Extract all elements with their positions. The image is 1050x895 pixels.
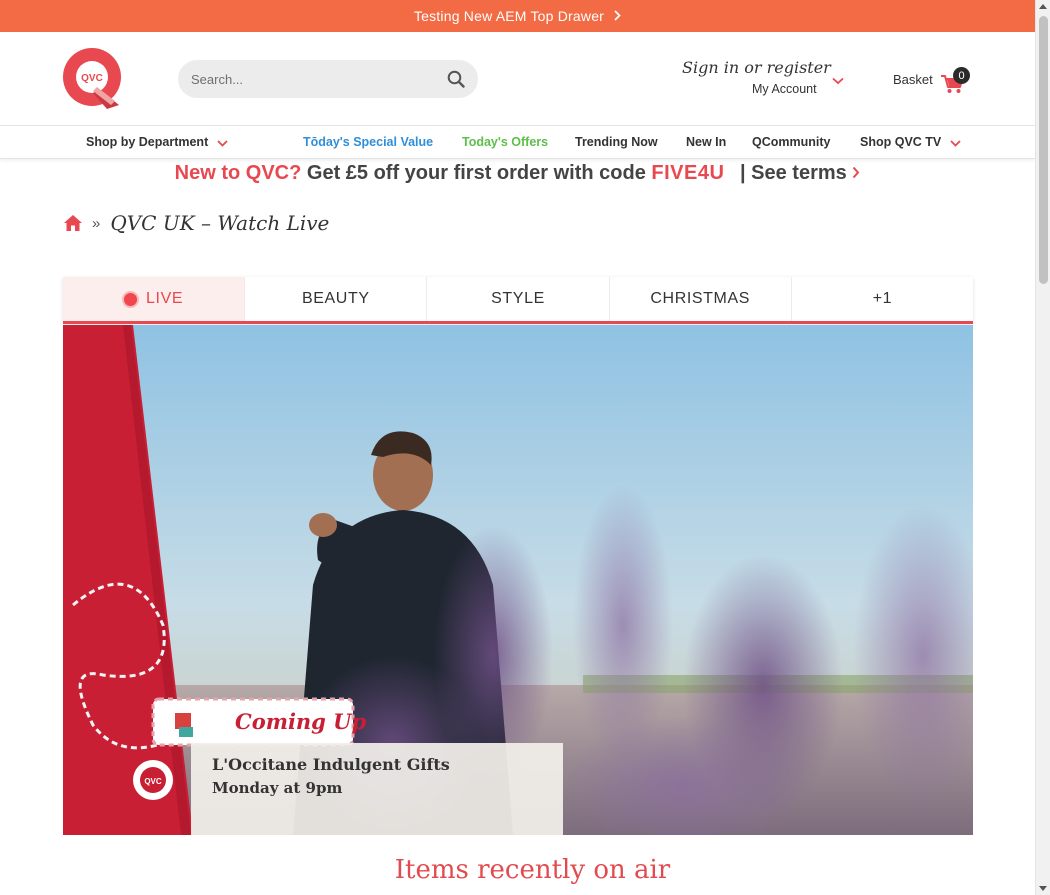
coming-up-title: Coming Up xyxy=(235,709,366,734)
video-frame: Coming Up L'Occitane Indulgent Gifts Mon… xyxy=(63,325,973,835)
recently-on-air-heading: Items recently on air xyxy=(394,855,671,885)
nav-qcommunity[interactable]: QCommunity xyxy=(752,135,830,149)
nav-todays-offers[interactable]: Today's Offers xyxy=(462,135,548,149)
chevron-down-icon[interactable] xyxy=(832,72,844,90)
scroll-up-icon[interactable] xyxy=(1039,4,1047,9)
tab-beauty-label: BEAUTY xyxy=(301,290,370,307)
chevron-right-icon xyxy=(852,162,860,184)
home-icon[interactable] xyxy=(63,214,83,232)
live-dot-icon xyxy=(124,292,138,306)
account-menu[interactable]: Sign in or register My Account xyxy=(682,58,852,96)
scrollbar-thumb[interactable] xyxy=(1039,16,1048,284)
qvc-badge-text: QVC xyxy=(144,777,162,786)
search-bar[interactable] xyxy=(178,60,478,98)
tab-live[interactable]: LIVE xyxy=(63,277,246,321)
nav-new-in[interactable]: New In xyxy=(686,135,726,149)
live-video-player[interactable]: Coming Up L'Occitane Indulgent Gifts Mon… xyxy=(63,325,973,835)
tab-plus-one[interactable]: +1 xyxy=(792,277,973,321)
search-icon[interactable] xyxy=(447,70,465,88)
promo-terms-link[interactable]: | See terms xyxy=(740,162,847,184)
my-account-label[interactable]: My Account xyxy=(752,82,817,96)
nav-shop-by-department[interactable]: Shop by Department xyxy=(86,135,228,150)
logo-text: QVC xyxy=(81,73,103,84)
tab-style[interactable]: STYLE xyxy=(427,277,610,321)
top-drawer-text: Testing New AEM Top Drawer xyxy=(413,8,605,24)
page-scrollbar[interactable] xyxy=(1035,0,1050,895)
nav-special-value[interactable]: Tōday's Special Value xyxy=(303,135,433,149)
qvc-logo[interactable]: QVC xyxy=(63,47,123,109)
search-input[interactable] xyxy=(191,71,431,87)
show-title: L'Occitane Indulgent Gifts xyxy=(212,755,450,774)
tab-live-label: LIVE xyxy=(146,290,184,307)
basket-label[interactable]: Basket xyxy=(893,72,933,87)
promo-banner[interactable]: New to QVC? Get £5 off your first order … xyxy=(0,162,1035,185)
scroll-down-icon[interactable] xyxy=(1039,886,1047,891)
main-nav: Shop by Department Tōday's Special Value… xyxy=(0,125,1035,159)
chevron-down-icon xyxy=(217,136,228,150)
basket-count-badge: 0 xyxy=(953,67,970,84)
sign-in-link[interactable]: Sign in or register xyxy=(682,58,852,77)
nav-trending-now[interactable]: Trending Now xyxy=(575,135,658,149)
app-window: Testing New AEM Top Drawer QVC Sign in o… xyxy=(0,0,1050,895)
tab-style-label: STYLE xyxy=(491,290,545,307)
channel-tabs: LIVE BEAUTY STYLE CHRISTMAS +1 xyxy=(63,277,973,324)
tab-beauty[interactable]: BEAUTY xyxy=(245,277,428,321)
breadcrumb-separator: » xyxy=(92,214,101,232)
chevron-right-icon xyxy=(614,9,621,24)
promo-lead: New to QVC? xyxy=(174,162,302,184)
page: Testing New AEM Top Drawer QVC Sign in o… xyxy=(0,0,1035,895)
nav-shop-by-department-label: Shop by Department xyxy=(86,135,209,149)
tab-plus-one-label: +1 xyxy=(872,290,893,307)
tab-christmas-label: CHRISTMAS xyxy=(650,290,751,307)
promo-body: Get £5 off your first order with code xyxy=(306,162,646,184)
top-drawer-banner[interactable]: Testing New AEM Top Drawer xyxy=(0,0,1035,32)
show-time: Monday at 9pm xyxy=(212,779,342,797)
nav-shop-qvc-tv-label: Shop QVC TV xyxy=(860,135,942,149)
breadcrumb: » QVC UK – Watch Live xyxy=(63,211,329,235)
nav-shop-qvc-tv[interactable]: Shop QVC TV xyxy=(860,135,961,150)
tab-christmas[interactable]: CHRISTMAS xyxy=(610,277,792,321)
promo-code: FIVE4U xyxy=(651,162,725,184)
chevron-down-icon xyxy=(950,136,961,150)
page-title: QVC UK – Watch Live xyxy=(110,211,330,235)
